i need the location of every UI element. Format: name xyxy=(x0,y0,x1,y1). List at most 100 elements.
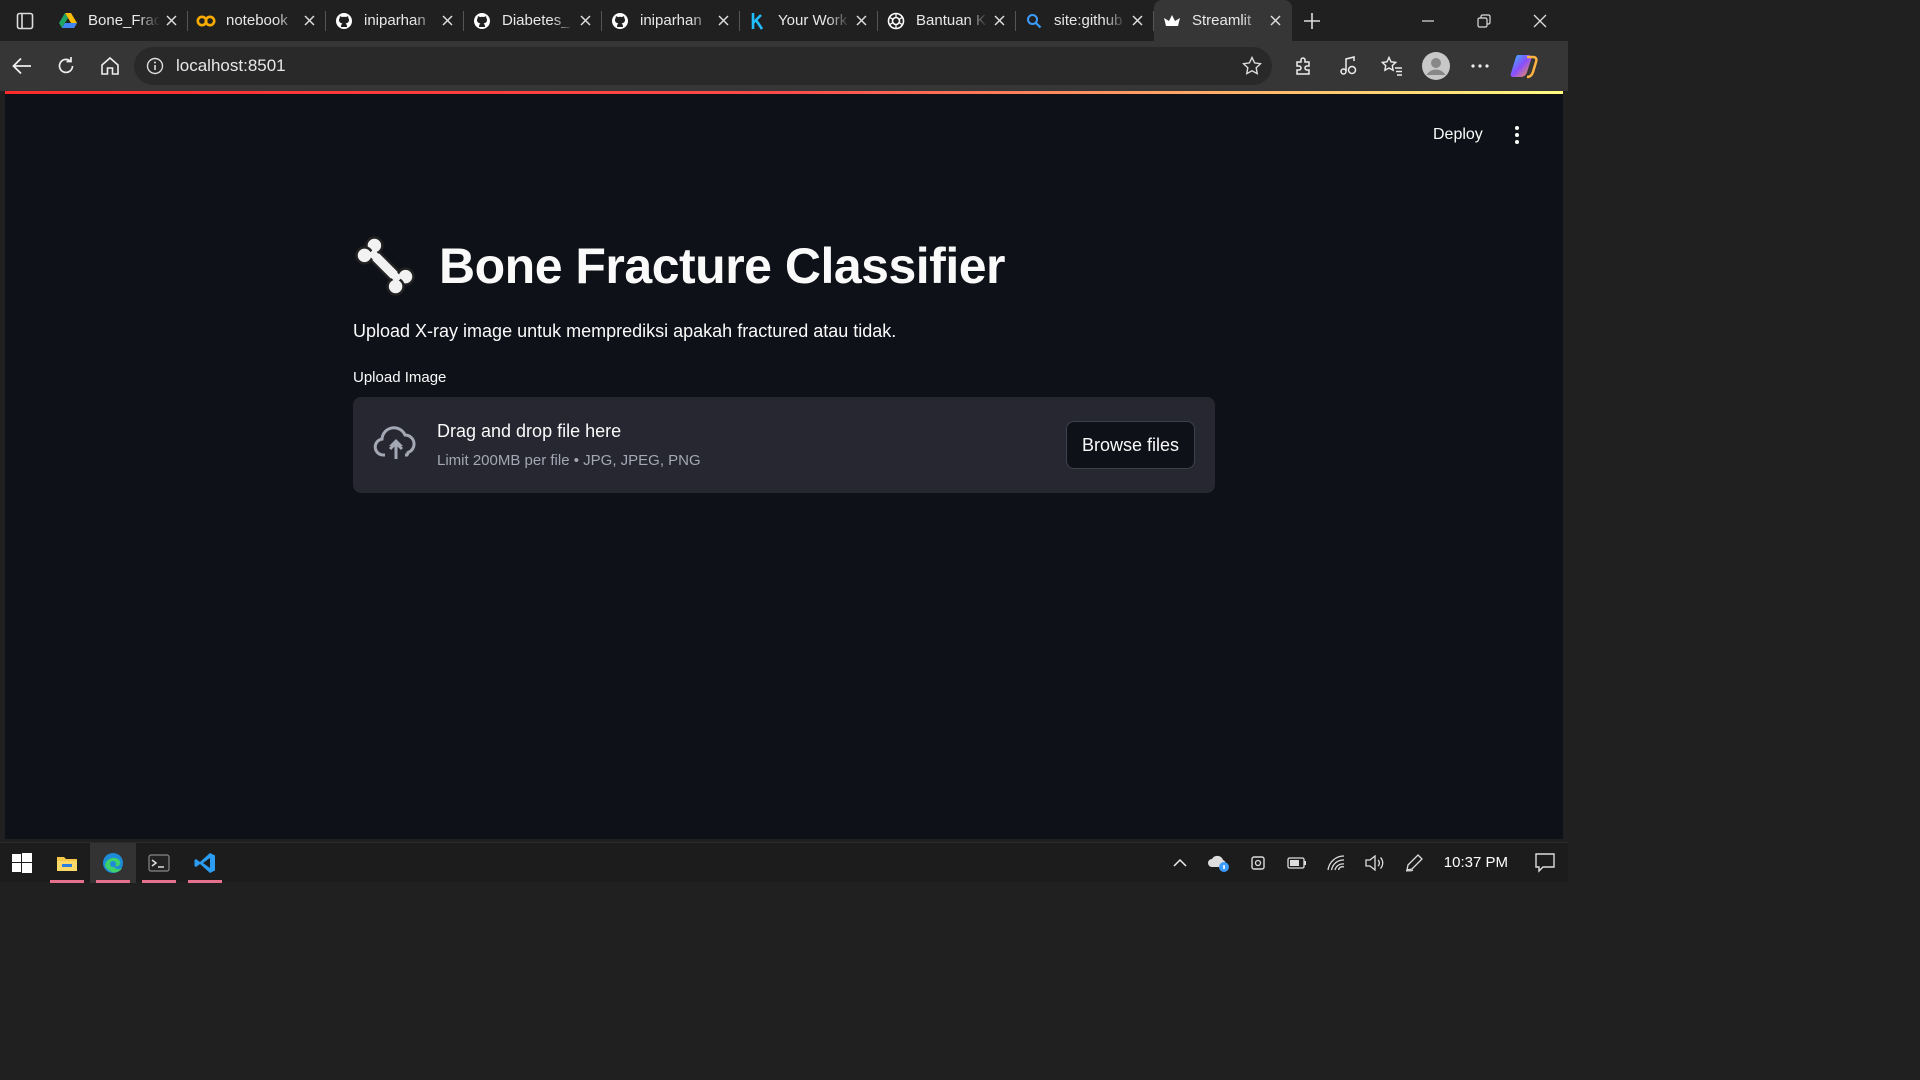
close-window-button[interactable] xyxy=(1512,0,1568,41)
browser-tab-active[interactable]: Streamlit xyxy=(1154,0,1292,41)
github-icon xyxy=(610,11,630,31)
taskbar-file-explorer[interactable] xyxy=(44,843,90,883)
taskbar-clock[interactable]: 10:37 PM xyxy=(1434,854,1522,871)
taskbar-terminal[interactable] xyxy=(136,843,182,883)
volume-tray-button[interactable] xyxy=(1356,843,1395,883)
browse-files-button[interactable]: Browse files xyxy=(1065,421,1195,469)
browser-tab[interactable]: Your Work xyxy=(740,0,878,41)
tab-title: site:github xyxy=(1054,12,1123,29)
tab-title: iniparhan xyxy=(640,12,702,29)
windows-taskbar: 10:37 PM xyxy=(0,842,1568,883)
minimize-icon xyxy=(1422,19,1434,22)
site-info-icon[interactable] xyxy=(144,55,166,77)
battery-tray-button[interactable] xyxy=(1278,843,1317,883)
music-note-icon xyxy=(1340,56,1357,75)
file-dropzone[interactable]: Drag and drop file here Limit 200MB per … xyxy=(353,397,1215,493)
dropzone-limits: Limit 200MB per file • JPG, JPEG, PNG xyxy=(437,452,701,469)
notifications-button[interactable] xyxy=(1522,843,1568,883)
chatgpt-icon xyxy=(886,11,906,31)
file-explorer-icon xyxy=(57,856,77,871)
tab-close-icon[interactable] xyxy=(712,10,734,32)
browser-tab[interactable]: iniparhan xyxy=(602,0,740,41)
taskbar-edge[interactable] xyxy=(90,842,136,883)
favorites-icon xyxy=(1381,56,1402,76)
github-icon xyxy=(334,11,354,31)
tab-close-icon[interactable] xyxy=(988,10,1010,32)
browser-tab[interactable]: iniparhan xyxy=(326,0,464,41)
tab-close-icon[interactable] xyxy=(298,10,320,32)
tab-actions-button[interactable] xyxy=(0,0,50,41)
home-icon xyxy=(101,56,119,75)
terminal-icon xyxy=(148,853,170,872)
streamlit-icon xyxy=(1162,11,1182,31)
network-tray-button[interactable] xyxy=(1317,843,1356,883)
extensions-button[interactable] xyxy=(1282,41,1326,91)
tab-title: Your Work xyxy=(778,12,848,29)
tab-close-icon[interactable] xyxy=(1126,10,1148,32)
page-title-text: Bone Fracture Classifier xyxy=(439,238,1005,294)
close-icon xyxy=(1533,14,1547,27)
kaggle-icon xyxy=(748,11,768,31)
show-hidden-icons-button[interactable] xyxy=(1161,843,1200,883)
more-menu-button[interactable] xyxy=(1458,41,1502,91)
tab-actions-icon xyxy=(16,12,34,29)
ellipsis-icon xyxy=(1471,64,1489,68)
puzzle-icon xyxy=(1296,57,1310,75)
streamlit-app: Deploy Bone Fracture Classifier Upload X… xyxy=(5,91,1563,839)
main-content: Bone Fracture Classifier Upload X-ray im… xyxy=(353,231,1215,493)
browser-toolbar: localhost:8501 xyxy=(0,41,1568,91)
favorites-button[interactable] xyxy=(1370,41,1414,91)
restore-button[interactable] xyxy=(1456,0,1512,41)
tab-close-icon[interactable] xyxy=(850,10,872,32)
dropzone-instructions: Drag and drop file here Limit 200MB per … xyxy=(437,421,1066,469)
deploy-button[interactable]: Deploy xyxy=(1423,121,1493,149)
pen-tray-button[interactable] xyxy=(1395,843,1434,883)
page-title: Bone Fracture Classifier xyxy=(353,231,1215,301)
system-tray: 10:37 PM xyxy=(1161,843,1568,883)
bone-icon xyxy=(355,236,415,296)
new-tab-button[interactable] xyxy=(1292,0,1332,41)
browser-tab[interactable]: notebook xyxy=(188,0,326,41)
tab-title: Bone_Fracture xyxy=(88,12,160,29)
back-button[interactable] xyxy=(0,41,44,91)
main-menu-button[interactable] xyxy=(1505,121,1529,149)
start-button[interactable] xyxy=(0,843,44,883)
minimize-button[interactable] xyxy=(1400,0,1456,41)
colab-icon xyxy=(196,11,216,31)
browser-tab[interactable]: Bone_Fracture xyxy=(50,0,188,41)
search-icon xyxy=(1024,11,1044,31)
profile-button[interactable] xyxy=(1414,41,1458,91)
wifi-icon xyxy=(1327,854,1345,870)
chevron-up-icon xyxy=(1173,858,1187,867)
favorite-star-icon[interactable] xyxy=(1232,47,1272,85)
battery-icon xyxy=(1287,856,1307,869)
window-controls xyxy=(1400,0,1568,41)
tab-close-icon[interactable] xyxy=(1264,10,1286,32)
tab-title: notebook xyxy=(226,12,288,29)
url-text[interactable]: localhost:8501 xyxy=(176,56,1232,76)
google-drive-icon xyxy=(58,11,78,31)
header-decoration-bar xyxy=(5,91,1563,94)
address-bar[interactable]: localhost:8501 xyxy=(134,47,1272,85)
onedrive-tray-button[interactable] xyxy=(1200,843,1239,883)
tab-close-icon[interactable] xyxy=(160,10,182,32)
copilot-button[interactable] xyxy=(1502,41,1546,91)
copilot-icon xyxy=(1510,55,1538,79)
github-icon xyxy=(472,11,492,31)
reload-icon xyxy=(58,57,74,74)
browser-tab[interactable]: site:github xyxy=(1016,0,1154,41)
tab-close-icon[interactable] xyxy=(436,10,458,32)
browser-tab[interactable]: Diabetes_ xyxy=(464,0,602,41)
browser-tab[interactable]: Bantuan K xyxy=(878,0,1016,41)
reload-button[interactable] xyxy=(44,41,88,91)
pen-icon xyxy=(1406,853,1424,872)
windows-start-icon xyxy=(12,852,32,873)
dropzone-title: Drag and drop file here xyxy=(437,421,622,441)
home-button[interactable] xyxy=(88,41,132,91)
tab-title: Bantuan K xyxy=(916,12,987,29)
media-button[interactable] xyxy=(1326,41,1370,91)
camera-tray-button[interactable] xyxy=(1239,843,1278,883)
tab-close-icon[interactable] xyxy=(574,10,596,32)
taskbar-vscode[interactable] xyxy=(182,843,228,883)
uploader-label: Upload Image xyxy=(353,369,447,386)
